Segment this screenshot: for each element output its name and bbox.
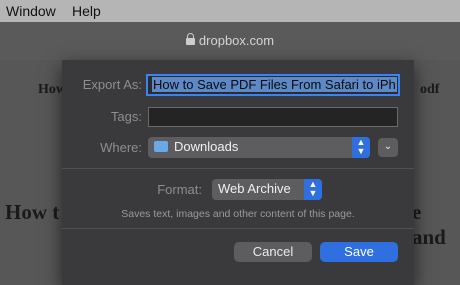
page-title-left: How t xyxy=(5,200,60,224)
format-popup[interactable]: Web Archive ▲ ▼ xyxy=(212,179,322,200)
format-label: Format: xyxy=(157,182,202,197)
lock-icon xyxy=(185,33,195,45)
where-popup[interactable]: Downloads ▲ ▼ xyxy=(148,137,370,158)
where-value: Downloads xyxy=(174,139,239,154)
page-heading-right: odf xyxy=(420,82,440,97)
address-text: dropbox.com xyxy=(198,33,275,48)
export-as-field[interactable]: How to Save PDF Files From Safari to iPh xyxy=(146,74,400,96)
format-hint: Saves text, images and other content of … xyxy=(121,208,355,220)
menu-window[interactable]: Window xyxy=(6,3,56,19)
menu-bar: Window Help xyxy=(0,0,460,22)
chevron-down-icon[interactable]: ⌄ xyxy=(378,138,398,157)
export-as-value: How to Save PDF Files From Safari to iPh xyxy=(152,77,397,92)
save-button[interactable]: Save xyxy=(320,242,398,262)
popup-arrows-icon: ▲ ▼ xyxy=(352,137,370,158)
tags-label: Tags: xyxy=(110,109,142,124)
where-label: Where: xyxy=(100,140,142,155)
folder-icon xyxy=(154,141,168,153)
popup-arrows-icon: ▲ ▼ xyxy=(304,179,322,200)
format-value: Web Archive xyxy=(218,181,291,196)
menu-help[interactable]: Help xyxy=(72,3,101,19)
divider xyxy=(62,168,414,169)
address-bar[interactable]: dropbox.com xyxy=(0,30,460,52)
page-title-right: e and xyxy=(412,200,446,249)
export-as-label: Export As: xyxy=(82,77,142,92)
tags-field[interactable] xyxy=(148,107,398,127)
divider xyxy=(62,228,414,229)
save-sheet: Export As: How to Save PDF Files From Sa… xyxy=(62,60,414,285)
cancel-button[interactable]: Cancel xyxy=(234,242,312,262)
